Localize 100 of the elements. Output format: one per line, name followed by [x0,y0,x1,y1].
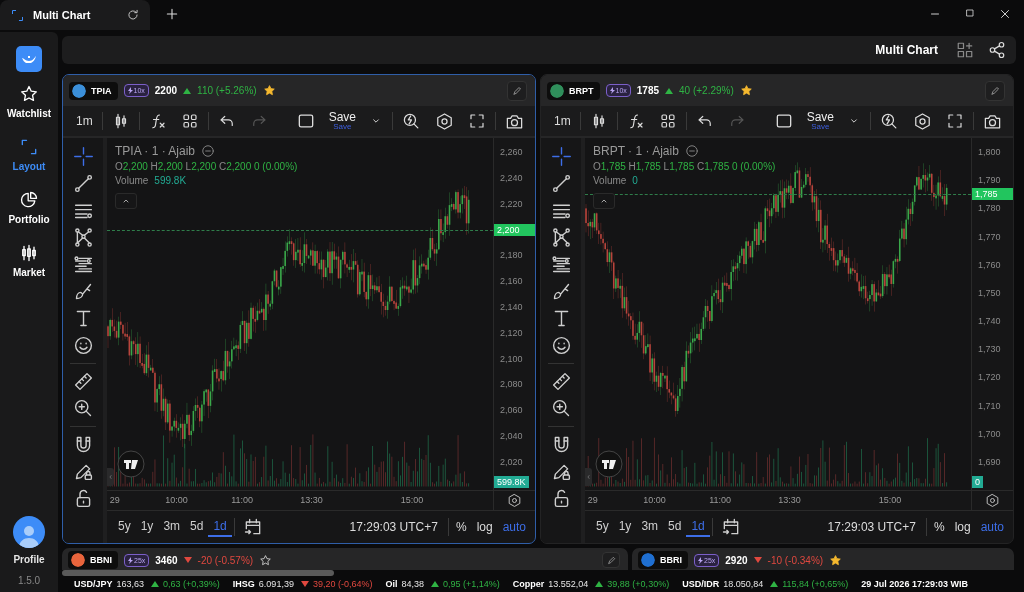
range-button[interactable]: 3m [636,517,664,537]
axis-label: 10:00 [165,495,188,505]
ticker-change: 0,95 (+1,14%) [443,579,500,589]
axis-label: 1,770 [978,231,1001,242]
sidebar-item[interactable]: Layout [12,137,46,190]
price-tag: 2,200 [494,223,535,236]
ticker-value: 18.050,84 [723,579,764,589]
symbol-label: TPIA [91,85,112,96]
axis-label: 1,710 [978,400,1001,411]
sidebar-item[interactable]: Watchlist [6,84,52,137]
scale-button[interactable]: auto [975,518,1009,536]
range-button[interactable]: 1d [686,517,710,537]
axis-label: 29 [587,495,598,505]
ticker-change: 115,84 (+0,65%) [782,579,849,589]
scale-button[interactable]: log [471,518,498,536]
axis-label: 10:00 [643,495,666,505]
price-change: -20 (-0.57%) [197,554,254,566]
axis-label: 2,120 [500,327,523,338]
sidebar-item[interactable]: Portfolio [8,190,50,243]
symbol-chip[interactable]: BBNI [68,551,118,569]
axis-label: 11:00 [231,495,253,505]
range-button[interactable]: 1y [135,517,159,537]
axis-label: 2,020 [500,456,523,467]
window-tab[interactable]: Multi Chart [0,0,150,30]
ticker-change: 39,88 (+0,30%) [607,579,670,589]
price-change: 40 (+2.29%) [679,85,734,96]
axis-label: 1,690 [978,456,1001,467]
price-change: -10 (-0.34%) [767,554,824,566]
volume-value: 599.8K [154,175,187,186]
symbol-chip[interactable]: TPIA [69,81,118,100]
ticker-name: USD/JPY [74,579,113,589]
scale-button[interactable]: % [450,518,472,536]
ticker-name: Copper [512,579,545,589]
axis-label: 29 [109,495,120,505]
ticker-value: 84,38 [401,579,424,589]
price-change: 110 (+5.26%) [197,85,257,96]
price-text: 2200 [154,85,178,96]
profile-label[interactable]: Profile [13,554,45,565]
scale-button[interactable]: log [949,518,976,536]
axis-label: 2,140 [500,301,523,312]
symbol-label: BRPT [569,85,594,96]
axis-label: 1,780 [978,203,1001,214]
symbol-chip[interactable]: BBRI [638,551,688,569]
range-button[interactable]: 1d [208,517,232,537]
axis-label: 1,750 [978,287,1001,298]
symbol-label: BBRI [660,555,682,565]
axis-label: 11:00 [709,495,731,505]
version-text: 1.5.0 [17,575,41,586]
axis-label: 1,730 [978,344,1001,355]
chart-title: BRPT · 1 · Ajaib [593,144,679,158]
axis-label: 2,260 [500,147,523,158]
tab-title: Multi Chart [33,9,92,21]
volume-label: Volume [593,175,627,186]
axis-label: 2,180 [500,250,523,261]
volume-value: 0 [632,175,638,186]
ticker-change: 0,63 (+0,39%) [163,579,220,589]
ohlc-values: O2,200 H2,200 L2,200 C2,200 0 (0.00%) [115,161,298,172]
save-button[interactable]: Save Save [800,111,840,131]
interval-button[interactable]: 1m [69,108,100,134]
axis-label: 2,060 [500,405,523,416]
symbol-chip[interactable]: BRPT [547,81,600,100]
price-tag: 1,785 [972,188,1013,201]
range-button[interactable]: 5d [663,517,687,537]
axis-label: 1,720 [978,372,1001,383]
axis-label: 2,100 [500,353,523,364]
range-button[interactable]: 5d [185,517,209,537]
price-text: 2920 [725,554,748,566]
range-button[interactable]: 1y [613,517,637,537]
axis-label: 1,700 [978,428,1001,439]
ticker-value: 6.091,39 [258,579,294,589]
scale-button[interactable]: % [928,518,950,536]
axis-label: 15:00 [400,495,424,505]
volume-label: Volume [115,175,149,186]
volume-tag: 599.8K [494,476,529,488]
chart-title: TPIA · 1 · Ajaib [115,144,196,158]
axis-label: 2,080 [500,379,523,390]
clock-text: 17:29:03 UTC+7 [827,520,917,534]
axis-label: 2,240 [500,172,523,183]
range-button[interactable]: 3m [158,517,186,537]
clock-text: 17:29:03 UTC+7 [349,520,439,534]
price-text: 3460 [155,554,178,566]
axis-label: 13:30 [778,495,801,505]
scale-button[interactable]: auto [497,518,531,536]
axis-label: 1,790 [978,175,1001,186]
axis-label: 2,040 [500,431,523,441]
volume-tag: 0 [972,476,983,488]
sidebar-item[interactable]: Market [12,243,46,296]
axis-label: 15:00 [878,495,902,505]
range-button[interactable]: 5y [113,517,136,537]
axis-label: 2,160 [500,276,523,287]
ticker-value: 163,63 [116,579,145,589]
price-text: 1785 [636,85,660,96]
ticker-name: IHSG [232,579,255,589]
save-button[interactable]: Save Save [322,111,362,131]
axis-label: 1,740 [978,316,1001,327]
interval-button[interactable]: 1m [547,108,578,134]
page-title: Multi Chart [875,43,938,57]
ticker-name: USD/IDR [682,579,720,589]
range-button[interactable]: 5y [591,517,614,537]
symbol-label: BBNI [90,555,112,565]
